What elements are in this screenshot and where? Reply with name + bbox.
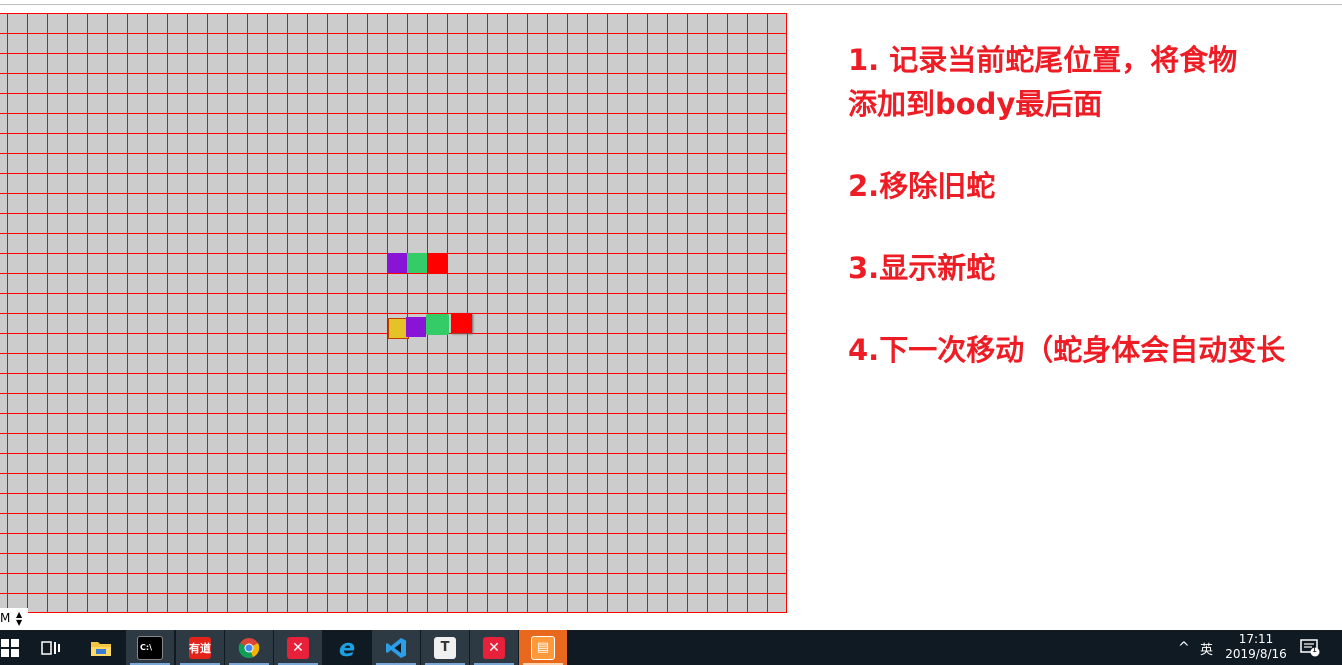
step-1: 1. 记录当前蛇尾位置，将食物 添加到body最后面 [848,43,1238,121]
new-snake-body-2 [406,317,426,337]
terminal-icon: C:\ [137,635,163,660]
notification-count: 1 [1312,645,1318,654]
game-board [0,13,787,613]
speed-select[interactable]: M ▲ ▼ [0,608,28,628]
chrome-button[interactable] [225,630,273,665]
vscode-button[interactable] [372,630,420,665]
old-snake-body-1 [407,253,427,273]
steps-text: 1. 记录当前蛇尾位置，将食物 添加到body最后面 2.移除旧蛇 3.显示新蛇… [848,38,1342,372]
step-2: 2.移除旧蛇 [848,169,996,203]
sublime-button[interactable]: ▤ [519,630,567,665]
typora-button[interactable]: T [421,630,469,665]
new-snake-head [451,313,472,333]
clock[interactable]: 17:11 2019/8/16 [1224,632,1288,662]
taskbar: C:\ 有道 ✕ e T ✕ ▤ [0,630,1342,665]
tray-chevron-icon[interactable]: ^ [1178,640,1190,656]
clock-date: 2019/8/16 [1225,647,1287,661]
file-explorer-button[interactable] [77,630,125,665]
youdao-button[interactable]: 有道 [176,630,224,665]
xmind-button-2[interactable]: ✕ [470,630,518,665]
xmind-button[interactable]: ✕ [274,630,322,665]
chrome-icon [238,637,260,658]
clock-time: 17:11 [1238,632,1274,646]
window-top-border [0,4,1342,5]
new-snake-body-1 [426,314,449,335]
windows-start-icon [1,638,19,657]
youdao-icon: 有道 [189,636,211,659]
folder-icon [91,641,111,656]
task-view-icon [41,640,60,655]
old-snake-body-2 [387,253,407,273]
ie-button[interactable]: e [323,630,371,665]
xmind-icon: ✕ [287,636,309,659]
step-3: 3.显示新蛇 [848,251,996,285]
step-4: 4.下一次移动（蛇身体会自动变长 [848,333,1286,367]
speed-select-value: M [0,611,11,625]
vscode-icon [386,637,406,658]
sublime-icon: ▤ [531,635,555,660]
terminal-button[interactable]: C:\ [126,630,174,665]
task-view-button[interactable] [27,630,75,665]
spinner-arrows-icon[interactable]: ▲ ▼ [16,611,22,627]
ie-icon: e [338,633,356,662]
typora-icon: T [434,636,456,659]
notification-button[interactable]: 1 [1300,639,1320,657]
input-language[interactable]: 英 [1200,639,1213,658]
xmind-icon-2: ✕ [483,636,505,659]
old-snake-head [427,253,447,273]
